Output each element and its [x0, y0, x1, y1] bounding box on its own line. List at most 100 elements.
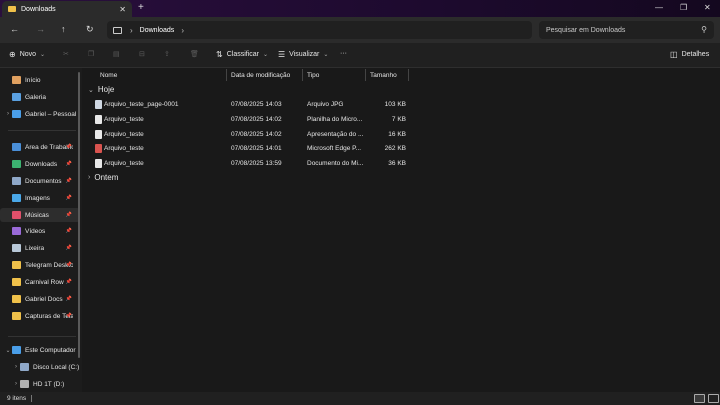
file-row[interactable]: Arquivo_teste_page-0001 07/08/2025 14:03 A…: [84, 98, 414, 112]
chevron-down-icon[interactable]: ⌄: [4, 347, 12, 354]
chevron-right-icon[interactable]: ›: [12, 381, 20, 387]
file-name: Arquivo_teste_page-0001: [104, 101, 179, 108]
rename-button[interactable]: ⊟: [139, 50, 145, 58]
view-button[interactable]: ☰ Visualizar ⌄: [278, 50, 328, 59]
sidebar-item[interactable]: › HD 1T (D:): [0, 377, 80, 391]
sidebar-item[interactable]: › Gabriel – Pessoal: [0, 107, 80, 121]
view-label: Visualizar: [289, 51, 320, 58]
column-header-type[interactable]: Tipo: [307, 69, 319, 81]
file-date: 07/08/2025 14:02: [231, 115, 282, 123]
new-tab-button[interactable]: +: [138, 2, 144, 13]
group-label: Ontem: [94, 173, 119, 182]
maximize-button[interactable]: ❐: [680, 3, 687, 12]
sidebar-item[interactable]: Downloads 📌: [0, 157, 80, 171]
pin-icon: 📌: [65, 144, 72, 150]
sidebar-item-label: Este Computador: [25, 346, 76, 354]
navigation-pane: Início Galeria › Gabriel – Pessoal Área de T…: [0, 68, 82, 392]
sidebar-item-label: Imagens: [25, 194, 50, 202]
sort-icon: ⇅: [216, 50, 223, 59]
music-icon: [12, 211, 21, 219]
paste-button[interactable]: ▤: [113, 50, 120, 58]
delete-button[interactable]: 🗑: [190, 50, 199, 58]
refresh-button[interactable]: ↻: [86, 24, 94, 35]
column-divider[interactable]: [226, 69, 227, 81]
sidebar-item[interactable]: ⌄ Este Computador: [0, 343, 80, 357]
chevron-right-icon: ›: [88, 174, 91, 181]
search-input[interactable]: Pesquisar em Downloads ⚲: [539, 21, 714, 39]
tab-title: Downloads: [21, 5, 56, 13]
sidebar-item[interactable]: Vídeos 📌: [0, 224, 80, 238]
copy-icon: ❐: [88, 51, 95, 58]
column-divider[interactable]: [365, 69, 366, 81]
cut-button[interactable]: ✂: [63, 50, 69, 58]
sidebar-item[interactable]: Início: [0, 73, 80, 87]
download-icon: [12, 160, 21, 168]
new-button[interactable]: ⊕ Novo ⌄: [9, 50, 45, 59]
copy-button[interactable]: ❐: [88, 50, 94, 58]
column-header-date[interactable]: Data de modificação: [231, 69, 290, 81]
computer-icon: [12, 346, 21, 354]
sidebar-item-label: Downloads: [25, 160, 58, 168]
file-row[interactable]: Arquivo_teste 07/08/2025 14:01 Microsoft E…: [84, 142, 414, 156]
file-size: 7 KB: [391, 115, 406, 123]
column-divider[interactable]: [302, 69, 303, 81]
file-row[interactable]: Arquivo_teste 07/08/2025 14:02 Planilha do…: [84, 113, 414, 127]
sidebar-item[interactable]: Lixeira 📌: [0, 241, 80, 255]
sidebar-item[interactable]: Capturas de Tela 📌: [0, 309, 80, 323]
folder-icon: [12, 312, 21, 320]
more-options-button[interactable]: ···: [340, 50, 347, 57]
file-row[interactable]: Arquivo_teste 07/08/2025 13:59 Documento d…: [84, 157, 414, 171]
sidebar-item[interactable]: Carnival Row 📌: [0, 275, 80, 289]
details-pane-button[interactable]: ◫ Detalhes: [670, 50, 709, 59]
sidebar-divider: [8, 336, 76, 337]
drive-icon: [20, 380, 29, 388]
breadcrumb-separator[interactable]: ›: [181, 26, 184, 35]
sidebar-item[interactable]: Imagens 📌: [0, 191, 80, 205]
file-type: Microsoft Edge P...: [307, 145, 362, 153]
chevron-right-icon[interactable]: ›: [4, 111, 12, 117]
folder-icon: [12, 261, 21, 269]
group-header-yesterday[interactable]: › Ontem: [88, 173, 118, 182]
forward-button[interactable]: →: [36, 24, 45, 34]
sidebar-item-label: Músicas: [25, 211, 49, 219]
file-row[interactable]: Arquivo_teste 07/08/2025 14:02 Apresentaçã…: [84, 128, 414, 142]
sidebar-item[interactable]: Área de Trabalho 📌: [0, 140, 80, 154]
breadcrumb-separator: ›: [130, 25, 133, 35]
close-window-button[interactable]: ✕: [704, 3, 711, 12]
tab-close-button[interactable]: ✕: [119, 5, 126, 14]
rename-icon: ⊟: [139, 51, 145, 58]
up-button[interactable]: ↑: [61, 24, 66, 34]
sidebar-item[interactable]: Gabriel Docs 📌: [0, 292, 80, 306]
search-icon: ⚲: [701, 25, 707, 34]
sort-button[interactable]: ⇅ Classificar ⌄: [216, 50, 268, 59]
sidebar-item[interactable]: › Disco Local (C:): [0, 360, 80, 374]
tab-downloads[interactable]: Downloads ✕: [2, 1, 132, 17]
file-size: 262 KB: [384, 145, 406, 153]
details-view-button[interactable]: [694, 394, 705, 403]
sidebar-item[interactable]: Músicas 📌: [0, 208, 80, 222]
sidebar-item[interactable]: Telegram Desktop 📌: [0, 258, 80, 272]
sidebar-item[interactable]: Documentos 📌: [0, 174, 80, 188]
file-type: Arquivo JPG: [307, 101, 344, 108]
sidebar-item[interactable]: Galeria: [0, 90, 80, 104]
share-button[interactable]: ⇪: [164, 50, 170, 58]
file-size: 103 KB: [384, 101, 406, 108]
column-header-size[interactable]: Tamanho: [370, 69, 397, 81]
sidebar-item-label: Documentos: [25, 177, 62, 185]
breadcrumb-downloads[interactable]: Downloads: [140, 27, 175, 34]
file-icon: [95, 114, 102, 124]
chevron-right-icon[interactable]: ›: [12, 364, 20, 370]
item-count: 9 itens: [7, 395, 27, 402]
column-divider[interactable]: [408, 69, 409, 81]
sidebar-scrollbar[interactable]: [78, 72, 80, 358]
group-header-today[interactable]: ⌄ Hoje: [88, 85, 114, 94]
file-type: Planilha do Micro...: [307, 115, 363, 123]
file-name: Arquivo_teste: [104, 130, 144, 138]
sort-label: Classificar: [226, 51, 259, 58]
minimize-button[interactable]: —: [655, 3, 663, 12]
address-bar[interactable]: › Downloads ›: [107, 21, 532, 39]
back-button[interactable]: ←: [10, 24, 19, 34]
documents-icon: [12, 177, 21, 185]
column-header-name[interactable]: Nome: [100, 69, 117, 81]
tiles-view-button[interactable]: [708, 394, 719, 403]
